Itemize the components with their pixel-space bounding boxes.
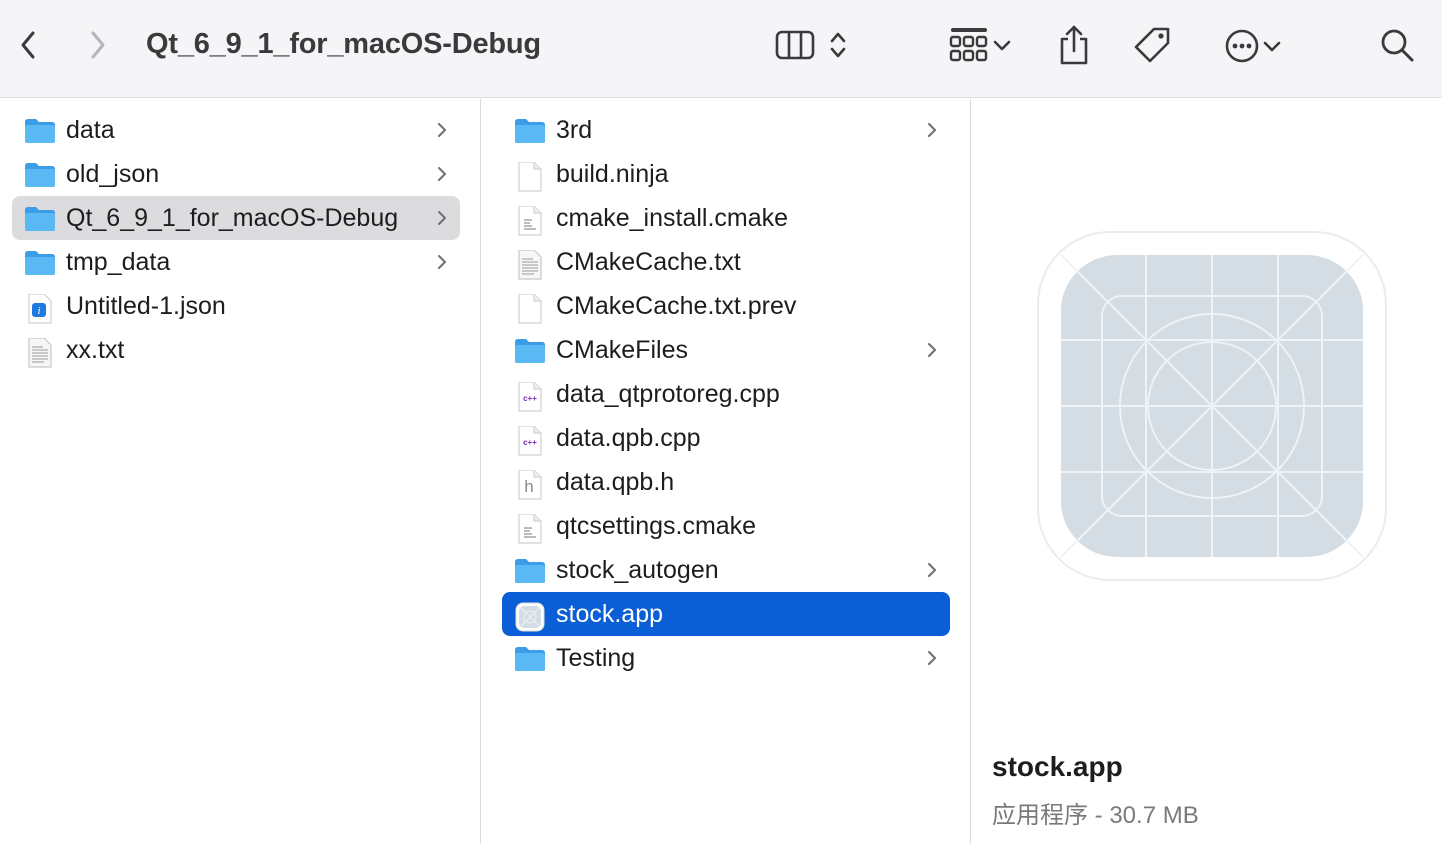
window-title: Qt_6_9_1_for_macOS-Debug: [146, 28, 541, 60]
folder-row[interactable]: old_json: [12, 152, 460, 196]
share-button[interactable]: [1054, 22, 1094, 68]
folder-row[interactable]: Testing: [502, 636, 950, 680]
file-row[interactable]: i Untitled-1.json: [12, 284, 460, 328]
item-label: data_qtprotoreg.cpp: [556, 380, 780, 408]
json-file-icon: i: [24, 293, 56, 324]
file-row[interactable]: cmake_install.cmake: [502, 196, 950, 240]
item-label: old_json: [66, 160, 160, 188]
forward-button[interactable]: [82, 26, 114, 64]
item-label: CMakeCache.txt: [556, 248, 741, 276]
view-switch-button[interactable]: [826, 26, 850, 64]
item-label: Testing: [556, 644, 636, 672]
folder-row[interactable]: CMakeFiles: [502, 328, 950, 372]
item-label: xx.txt: [66, 336, 125, 364]
item-label: cmake_install.cmake: [556, 204, 789, 232]
chevron-right-icon: [436, 209, 448, 227]
folder-icon: [24, 118, 56, 144]
folder-row[interactable]: tmp_data: [12, 240, 460, 284]
back-button[interactable]: [12, 26, 44, 64]
item-label: 3rd: [556, 116, 593, 144]
item-label: stock_autogen: [556, 556, 719, 584]
document-icon: [514, 205, 546, 236]
back-icon: [21, 31, 35, 59]
item-label: data: [66, 116, 115, 144]
text-file-icon: [24, 337, 56, 368]
chevron-right-icon: [926, 561, 938, 579]
chevron-right-icon: [926, 649, 938, 667]
chevron-right-icon: [436, 253, 448, 271]
file-row[interactable]: c++ data.qpb.cpp: [502, 416, 950, 460]
chevron-right-icon: [436, 165, 448, 183]
file-icon: [514, 161, 546, 192]
file-icon: [514, 293, 546, 324]
folder-icon: [514, 646, 546, 672]
column-current: 3rd build.ninja cmake_install.cmake CMakeCa…: [482, 99, 971, 844]
file-row[interactable]: qtcsettings.cmake: [502, 504, 950, 548]
column-parent: data old_json Qt_6_9_1_for_macOS-Debug tmp_…: [0, 99, 481, 844]
chevron-right-icon: [436, 121, 448, 139]
column-view-button[interactable]: [772, 26, 818, 64]
text-file-icon: [514, 249, 546, 280]
item-label: stock.app: [556, 600, 664, 628]
folder-icon: [24, 206, 56, 232]
item-label: CMakeFiles: [556, 336, 688, 364]
app-preview-icon: [1037, 231, 1387, 581]
item-label: data.qpb.cpp: [556, 424, 701, 452]
share-icon: [1060, 25, 1088, 65]
file-row[interactable]: CMakeCache.txt.prev: [502, 284, 950, 328]
file-row[interactable]: CMakeCache.txt: [502, 240, 950, 284]
preview-file-name: stock.app: [992, 751, 1123, 782]
more-button[interactable]: [1216, 26, 1290, 66]
svg-text:i: i: [37, 305, 40, 317]
column-view-icon: [775, 30, 815, 60]
file-row[interactable]: build.ninja: [502, 152, 950, 196]
item-label: tmp_data: [66, 248, 171, 276]
view-switch-icon: [830, 32, 846, 58]
toolbar: Qt_6_9_1_for_macOS-Debug: [0, 0, 1442, 98]
tag-icon: [1134, 27, 1170, 63]
app-icon: [514, 602, 546, 632]
preview-file-info: 应用程序 - 30.7 MB: [992, 802, 1199, 829]
folder-row[interactable]: stock_autogen: [502, 548, 950, 592]
chevron-down-icon: [1263, 41, 1281, 52]
file-row[interactable]: xx.txt: [12, 328, 460, 372]
item-label: CMakeCache.txt.prev: [556, 292, 797, 320]
cpp-file-icon: c++: [514, 425, 546, 456]
tag-button[interactable]: [1130, 24, 1176, 68]
svg-text:c++: c++: [523, 438, 537, 447]
search-button[interactable]: [1376, 24, 1418, 66]
preview-pane: stock.app 应用程序 - 30.7 MB: [972, 99, 1442, 844]
cpp-file-icon: c++: [514, 381, 546, 412]
search-icon: [1381, 29, 1414, 62]
group-button[interactable]: [942, 24, 1018, 66]
folder-row[interactable]: data: [12, 108, 460, 152]
group-icon: [949, 28, 988, 62]
item-label: data.qpb.h: [556, 468, 675, 496]
document-icon: [514, 513, 546, 544]
item-label: qtcsettings.cmake: [556, 512, 757, 540]
item-label: Untitled-1.json: [66, 292, 226, 320]
folder-icon: [24, 162, 56, 188]
more-icon: [1225, 29, 1259, 63]
folder-icon: [514, 558, 546, 584]
file-row[interactable]: c++ data_qtprotoreg.cpp: [502, 372, 950, 416]
forward-icon: [91, 31, 105, 59]
folder-icon: [24, 250, 56, 276]
item-label: build.ninja: [556, 160, 669, 188]
folder-row[interactable]: Qt_6_9_1_for_macOS-Debug: [12, 196, 460, 240]
item-label: Qt_6_9_1_for_macOS-Debug: [66, 204, 399, 232]
header-file-icon: h: [514, 469, 546, 500]
file-row[interactable]: h data.qpb.h: [502, 460, 950, 504]
chevron-right-icon: [926, 341, 938, 359]
folder-row[interactable]: 3rd: [502, 108, 950, 152]
chevron-right-icon: [926, 121, 938, 139]
svg-text:h: h: [524, 477, 533, 496]
svg-text:c++: c++: [523, 394, 537, 403]
folder-icon: [514, 338, 546, 364]
chevron-down-icon: [993, 40, 1011, 51]
file-row[interactable]: stock.app: [502, 592, 950, 636]
folder-icon: [514, 118, 546, 144]
